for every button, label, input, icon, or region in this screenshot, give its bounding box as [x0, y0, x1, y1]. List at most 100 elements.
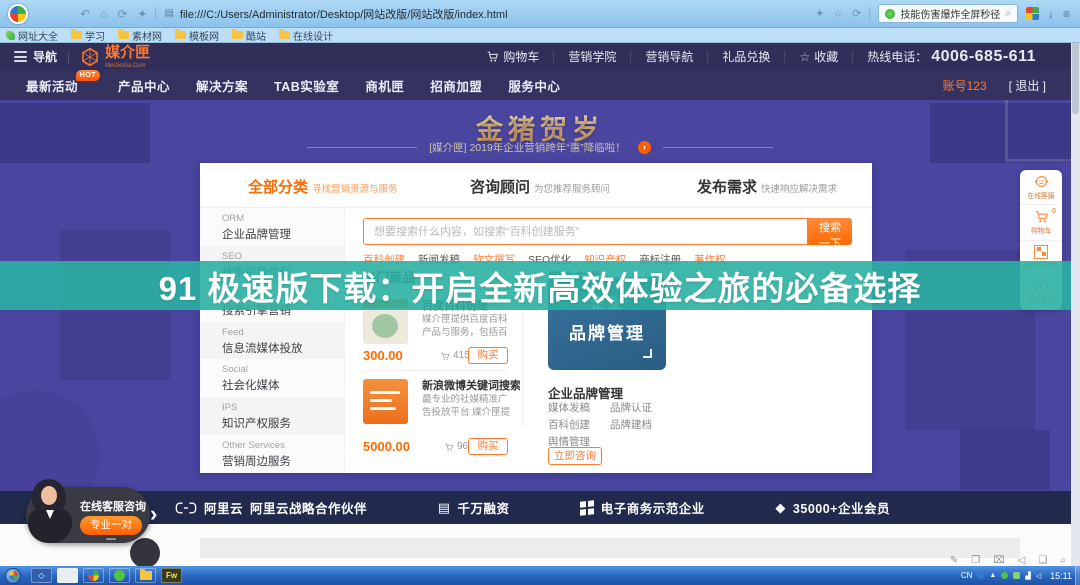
product-title[interactable]: 新浪微博关键词搜索推广 — [422, 377, 520, 393]
sidebar-item-social[interactable]: Social社会化媒体 — [200, 359, 344, 397]
tab-post-demand[interactable]: 发布需求 快速响应解决需求 — [697, 176, 837, 197]
tab-all-categories[interactable]: 全部分类 寻找营销资源与服务 — [248, 176, 398, 197]
banner-arrow-icon[interactable]: › — [638, 141, 651, 154]
pen-tool-icon[interactable]: ✎ — [950, 555, 958, 566]
promo-link[interactable]: 品牌认证 — [610, 400, 652, 415]
tray-icon-up-arrow[interactable]: ▲ — [989, 572, 996, 579]
browser-search-text[interactable]: 技能伤害爆炸全屏秒径 — [900, 6, 1000, 21]
bookmark-item[interactable]: 酷站 — [232, 28, 266, 43]
taskbar-app-fireworks[interactable]: Fw — [161, 568, 182, 583]
nav-item-business[interactable]: 商机匣 — [365, 76, 404, 95]
tray-icon-blue[interactable] — [977, 572, 984, 579]
bookmark-star-icon[interactable]: ☆ — [833, 7, 843, 20]
taskbar-app-browser[interactable] — [83, 568, 104, 583]
bookmark-label[interactable]: 在线设计 — [293, 28, 333, 43]
tab-label[interactable]: 咨询顾问 — [470, 176, 530, 197]
search-magnifier-icon[interactable]: ⌕ — [1005, 8, 1011, 19]
promo-link[interactable]: 品牌建档 — [610, 417, 652, 432]
bookmark-label[interactable]: 素材网 — [132, 28, 162, 43]
tray-icon-square[interactable] — [1013, 572, 1020, 579]
favorites-icon[interactable]: ✦ — [137, 7, 147, 21]
bookmark-item[interactable]: 在线设计 — [279, 28, 333, 43]
search-input[interactable] — [363, 218, 808, 245]
nav-item-lab[interactable]: TAB实验室 — [274, 76, 339, 95]
speaker-tool-icon[interactable]: ◁ — [1018, 555, 1026, 566]
taskbar-clock[interactable]: 15:11 — [1050, 571, 1072, 581]
float-item-cart[interactable]: 0 购物车 — [1020, 205, 1062, 240]
back-icon[interactable]: ↶ — [80, 7, 90, 21]
search-button[interactable]: 搜索一下 — [808, 218, 852, 245]
tab-label[interactable]: 发布需求 — [697, 176, 757, 197]
consult-now-button[interactable]: 立即咨询 — [548, 447, 602, 465]
nav-item-products[interactable]: 产品中心 — [118, 76, 170, 95]
scrollbar[interactable] — [1071, 28, 1080, 566]
app-market-icon[interactable] — [1026, 7, 1039, 20]
sidebar-item-feed[interactable]: Feed信息流媒体投放 — [200, 322, 344, 360]
nav-item-franchise[interactable]: 招商加盟 — [430, 76, 482, 95]
taskbar-app-folder[interactable] — [135, 568, 156, 583]
start-button[interactable] — [5, 568, 21, 584]
promo-link[interactable]: 百科创建 — [548, 417, 590, 432]
bookmark-item[interactable]: 模板网 — [175, 28, 219, 43]
sidebar-item-other[interactable]: Other Services营销周边服务 — [200, 435, 344, 473]
one-on-one-button[interactable]: 专业一对一 — [80, 516, 142, 535]
magnifier-tool-icon[interactable]: ⌕ — [1060, 555, 1066, 566]
hamburger-icon[interactable] — [14, 51, 27, 62]
header-favorite-link[interactable]: ☆ 收藏 — [785, 48, 852, 65]
brand-logo[interactable]: 媒介匣 MeiJieXia.Com — [80, 44, 150, 69]
home-icon[interactable]: ⌂ — [100, 7, 107, 21]
promo-link[interactable]: 媒体发稿 — [548, 400, 590, 415]
reload-icon[interactable]: ⟳ — [117, 7, 127, 21]
delete-tool-icon[interactable]: ⌧ — [993, 555, 1005, 566]
nav-item-service[interactable]: 服务中心 — [508, 76, 560, 95]
product-thumbnail[interactable] — [363, 379, 408, 424]
promo-banner[interactable]: 金猪贺岁 [媒介匣] 2019年企业营销跨年“惠”降临啦！ › — [0, 100, 1080, 163]
customer-service-widget[interactable]: 在线客服咨询 专业一对一 › — [26, 487, 150, 543]
show-desktop-button[interactable] — [1075, 566, 1080, 585]
logout-button[interactable]: [ 退出 ] — [1009, 77, 1046, 94]
language-indicator[interactable]: CN — [961, 571, 973, 580]
tray-icon-signal[interactable]: ▟ — [1025, 572, 1030, 580]
bookmark-item[interactable]: 网址大全 — [6, 28, 58, 43]
address-bar[interactable]: ▤ file:///C:/Users/Administrator/Desktop… — [164, 6, 815, 22]
bookmark-label[interactable]: 网址大全 — [18, 28, 58, 43]
browser-logo-icon[interactable] — [8, 4, 28, 24]
taskbar-app-green[interactable] — [109, 568, 130, 583]
account-label[interactable]: 账号123 — [943, 77, 987, 94]
brand-name[interactable]: 媒介匣 — [105, 44, 150, 61]
speed-mode-icon[interactable]: ✦ — [815, 7, 824, 20]
tray-icon-green[interactable] — [1001, 572, 1008, 579]
float-label[interactable]: 在线客服 — [1028, 190, 1055, 200]
browser-search-box[interactable]: 技能伤害爆炸全屏秒径 ⌕ — [878, 4, 1018, 23]
cart-label[interactable]: 购物车 — [503, 48, 539, 65]
header-link-academy[interactable]: 营销学院 — [554, 48, 630, 65]
sidebar-item-orm[interactable]: ORM企业品牌管理 — [200, 208, 344, 246]
nav-toggle-label[interactable]: 导航 — [33, 48, 57, 65]
service-mini-bubble[interactable] — [130, 538, 160, 568]
refresh-icon[interactable]: ⟳ — [852, 7, 861, 20]
nav-item-activity[interactable]: 最新活动HOT — [26, 76, 78, 95]
bookmark-label[interactable]: 酷站 — [246, 28, 266, 43]
float-label[interactable]: 购物车 — [1031, 225, 1051, 235]
bookmark-item[interactable]: 学习 — [71, 28, 105, 43]
banner-subtitle[interactable]: [媒介匣] 2019年企业营销跨年“惠”降临啦！ — [429, 140, 626, 155]
taskbar-app-hexagon[interactable]: ◇ — [31, 568, 52, 583]
favorite-label[interactable]: 收藏 — [814, 48, 838, 65]
tray-icon-speaker[interactable]: ◁ — [1036, 572, 1041, 580]
nav-item-solutions[interactable]: 解决方案 — [196, 76, 248, 95]
bookmark-label[interactable]: 学习 — [85, 28, 105, 43]
taskbar-app-notepad[interactable] — [57, 568, 78, 583]
url-text[interactable]: file:///C:/Users/Administrator/Desktop/网… — [180, 6, 508, 22]
tab-label[interactable]: 全部分类 — [248, 176, 308, 197]
header-cart-link[interactable]: 购物车 — [472, 48, 553, 65]
copy-tool-icon[interactable]: ❐ — [971, 555, 980, 566]
download-manager-icon[interactable]: ↓ — [1048, 7, 1054, 21]
tab-consult-advisor[interactable]: 咨询顾问 为您推荐服务顾问 — [470, 176, 610, 197]
bookmark-item[interactable]: 素材网 — [118, 28, 162, 43]
browser-menu-icon[interactable]: ≡ — [1063, 7, 1070, 21]
header-link-navigation[interactable]: 营销导航 — [631, 48, 707, 65]
sidebar-item-ips[interactable]: IPS知识产权服务 — [200, 397, 344, 435]
header-link-gifts[interactable]: 礼品兑换 — [708, 48, 784, 65]
float-item-customer-service[interactable]: 在线客服 — [1020, 170, 1062, 205]
bookmark-label[interactable]: 模板网 — [189, 28, 219, 43]
